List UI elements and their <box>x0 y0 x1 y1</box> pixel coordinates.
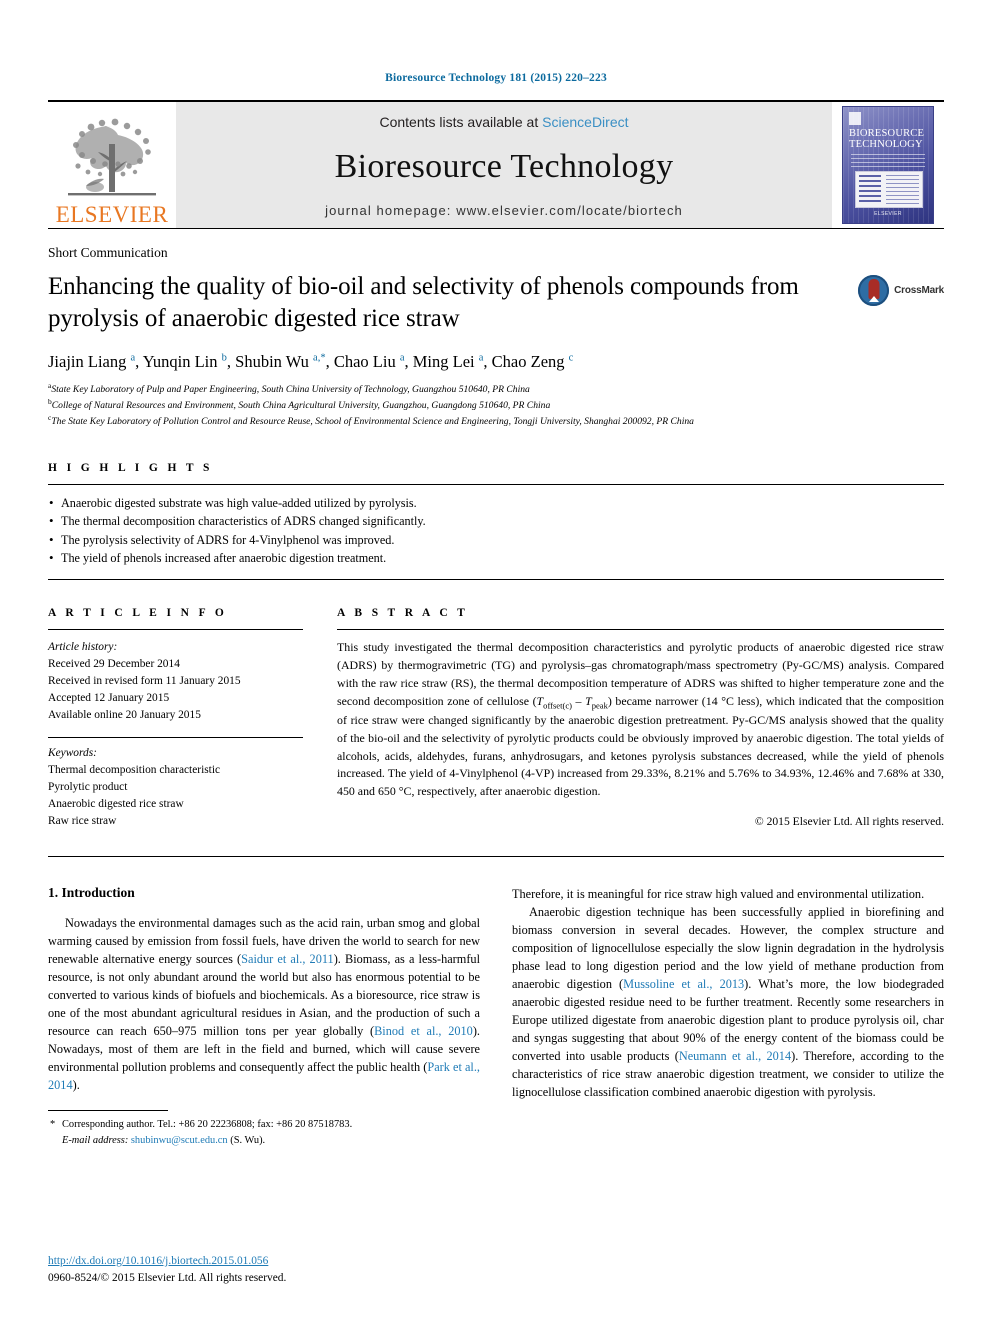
abstract-copyright: © 2015 Elsevier Ltd. All rights reserved… <box>754 815 944 829</box>
history-item: Accepted 12 January 2015 <box>48 692 170 705</box>
keywords-label: Keywords: <box>48 746 97 759</box>
highlights-section: H I G H L I G H T S Anaerobic digested s… <box>48 461 944 581</box>
abstract-bottom-rule <box>48 856 944 858</box>
doi-footer: http://dx.doi.org/10.1016/j.biortech.201… <box>48 1253 286 1287</box>
list-item: The yield of phenols increased after ana… <box>48 548 944 568</box>
intro-paragraph-right-2: Anaerobic digestion technique has been s… <box>512 905 944 1100</box>
article-history-label: Article history: <box>48 641 118 654</box>
corresponding-author-footnote: Corresponding author. Tel.: +86 20 22236… <box>48 1117 480 1148</box>
affiliation-list: aState Key Laboratory of Pulp and Paper … <box>48 381 944 428</box>
affiliation-text: College of Natural Resources and Environ… <box>51 400 551 412</box>
affiliation-item: aState Key Laboratory of Pulp and Paper … <box>48 381 944 397</box>
elsevier-logo: ELSEVIER <box>48 102 176 228</box>
cover-elsevier-icon <box>849 112 861 125</box>
author-list: Jiajin Liang a, Yunqin Lin b, Shubin Wu … <box>48 352 574 371</box>
masthead-center: Contents lists available at ScienceDirec… <box>176 102 832 228</box>
body-columns: 1. Introduction Nowadays the environment… <box>48 885 944 1148</box>
cover-subtitle-lines <box>851 154 925 167</box>
keywords-list: Thermal decomposition characteristic Pyr… <box>48 762 303 830</box>
elsevier-wordmark: ELSEVIER <box>55 202 169 227</box>
contents-prefix: Contents lists available at <box>379 114 539 130</box>
email-link[interactable]: shubinwu@scut.edu.cn <box>131 1135 228 1146</box>
title-row: Enhancing the quality of bio-oil and sel… <box>48 271 944 335</box>
masthead-bottom-rule <box>48 228 944 229</box>
cover-title: BIORESOURCE TECHNOLOGY <box>849 128 927 150</box>
crossmark-icon <box>858 275 890 306</box>
doi-link[interactable]: http://dx.doi.org/10.1016/j.biortech.201… <box>48 1253 286 1270</box>
article-section-type: Short Communication <box>48 245 168 260</box>
history-item: Available online 20 January 2015 <box>48 709 201 722</box>
highlights-list: Anaerobic digested substrate was high va… <box>48 493 944 568</box>
history-item: Received in revised form 11 January 2015 <box>48 675 241 688</box>
affiliation-text: State Key Laboratory of Pulp and Paper E… <box>51 384 530 396</box>
journal-homepage-link[interactable]: journal homepage: www.elsevier.com/locat… <box>325 203 683 218</box>
journal-title: Bioresource Technology <box>334 147 674 185</box>
running-head: Bioresource Technology 181 (2015) 220–22… <box>385 72 607 84</box>
highlights-bottom-rule <box>48 579 944 581</box>
cover-footer: ELSEVIER <box>874 211 902 217</box>
footnote-rule <box>48 1110 168 1112</box>
article-info-column: A R T I C L E I N F O Article history: R… <box>48 607 303 830</box>
page-title: Enhancing the quality of bio-oil and sel… <box>48 273 799 332</box>
history-item: Received 29 December 2014 <box>48 658 180 671</box>
body-column-right: Therefore, it is meaningful for rice str… <box>512 885 944 1148</box>
abstract-text: This study investigated the thermal deco… <box>337 639 944 801</box>
contents-available-line: Contents lists available at ScienceDirec… <box>379 114 628 130</box>
email-line: E-mail address: shubinwu@scut.edu.cn (S.… <box>48 1133 480 1148</box>
intro-paragraph-left: Nowadays the environmental damages such … <box>48 916 480 1093</box>
email-suffix: (S. Wu). <box>230 1134 266 1146</box>
introduction-heading: 1. Introduction <box>48 885 135 901</box>
abstract-column: A B S T R A C T This study investigated … <box>337 607 944 830</box>
issn-copyright: 0960-8524/© 2015 Elsevier Ltd. All right… <box>48 1271 287 1284</box>
affiliation-item: cThe State Key Laboratory of Pollution C… <box>48 413 944 429</box>
cover-image: BIORESOURCE TECHNOLOGY ELSEVIER <box>842 106 934 224</box>
list-item: Anaerobic digested substrate was high va… <box>48 493 944 513</box>
keyword-item: Thermal decomposition characteristic <box>48 763 221 776</box>
cover-title-line-2: TECHNOLOGY <box>849 138 923 150</box>
article-info-rule <box>48 629 303 631</box>
info-abstract-row: A R T I C L E I N F O Article history: R… <box>48 607 944 830</box>
article-first-page: Bioresource Technology 181 (2015) 220–22… <box>0 0 992 1323</box>
abstract-label: A B S T R A C T <box>337 607 469 620</box>
highlights-label: H I G H L I G H T S <box>48 461 213 474</box>
journal-cover-thumbnail: BIORESOURCE TECHNOLOGY ELSEVIER <box>832 102 944 228</box>
crossmark-badge[interactable]: CrossMark <box>858 275 944 306</box>
affiliation-text: The State Key Laboratory of Pollution Co… <box>51 416 694 428</box>
body-column-left: 1. Introduction Nowadays the environment… <box>48 885 480 1148</box>
footnote-block: Corresponding author. Tel.: +86 20 22236… <box>48 1110 480 1148</box>
keyword-item: Raw rice straw <box>48 815 117 827</box>
sciencedirect-link[interactable]: ScienceDirect <box>542 114 628 130</box>
intro-paragraph-right-1: Therefore, it is meaningful for rice str… <box>512 887 925 902</box>
keyword-item: Anaerobic digested rice straw <box>48 797 184 810</box>
highlights-top-rule <box>48 483 944 485</box>
article-history-list: Received 29 December 2014 Received in re… <box>48 656 303 724</box>
elsevier-tree-icon <box>68 118 156 196</box>
corresponding-author-text: Corresponding author. Tel.: +86 20 22236… <box>48 1117 480 1133</box>
journal-masthead: ELSEVIER Contents lists available at Sci… <box>48 100 944 228</box>
article-info-label: A R T I C L E I N F O <box>48 607 228 620</box>
email-label: E-mail address: <box>62 1134 129 1146</box>
keywords-rule <box>48 736 303 738</box>
keyword-item: Pyrolytic product <box>48 780 128 793</box>
affiliation-item: bCollege of Natural Resources and Enviro… <box>48 397 944 413</box>
crossmark-label: CrossMark <box>894 285 944 296</box>
cover-figure <box>855 171 923 208</box>
abstract-rule <box>337 629 944 631</box>
list-item: The pyrolysis selectivity of ADRS for 4-… <box>48 530 944 550</box>
abstract-paragraph: This study investigated the thermal deco… <box>337 640 945 799</box>
list-item: The thermal decomposition characteristic… <box>48 511 944 531</box>
